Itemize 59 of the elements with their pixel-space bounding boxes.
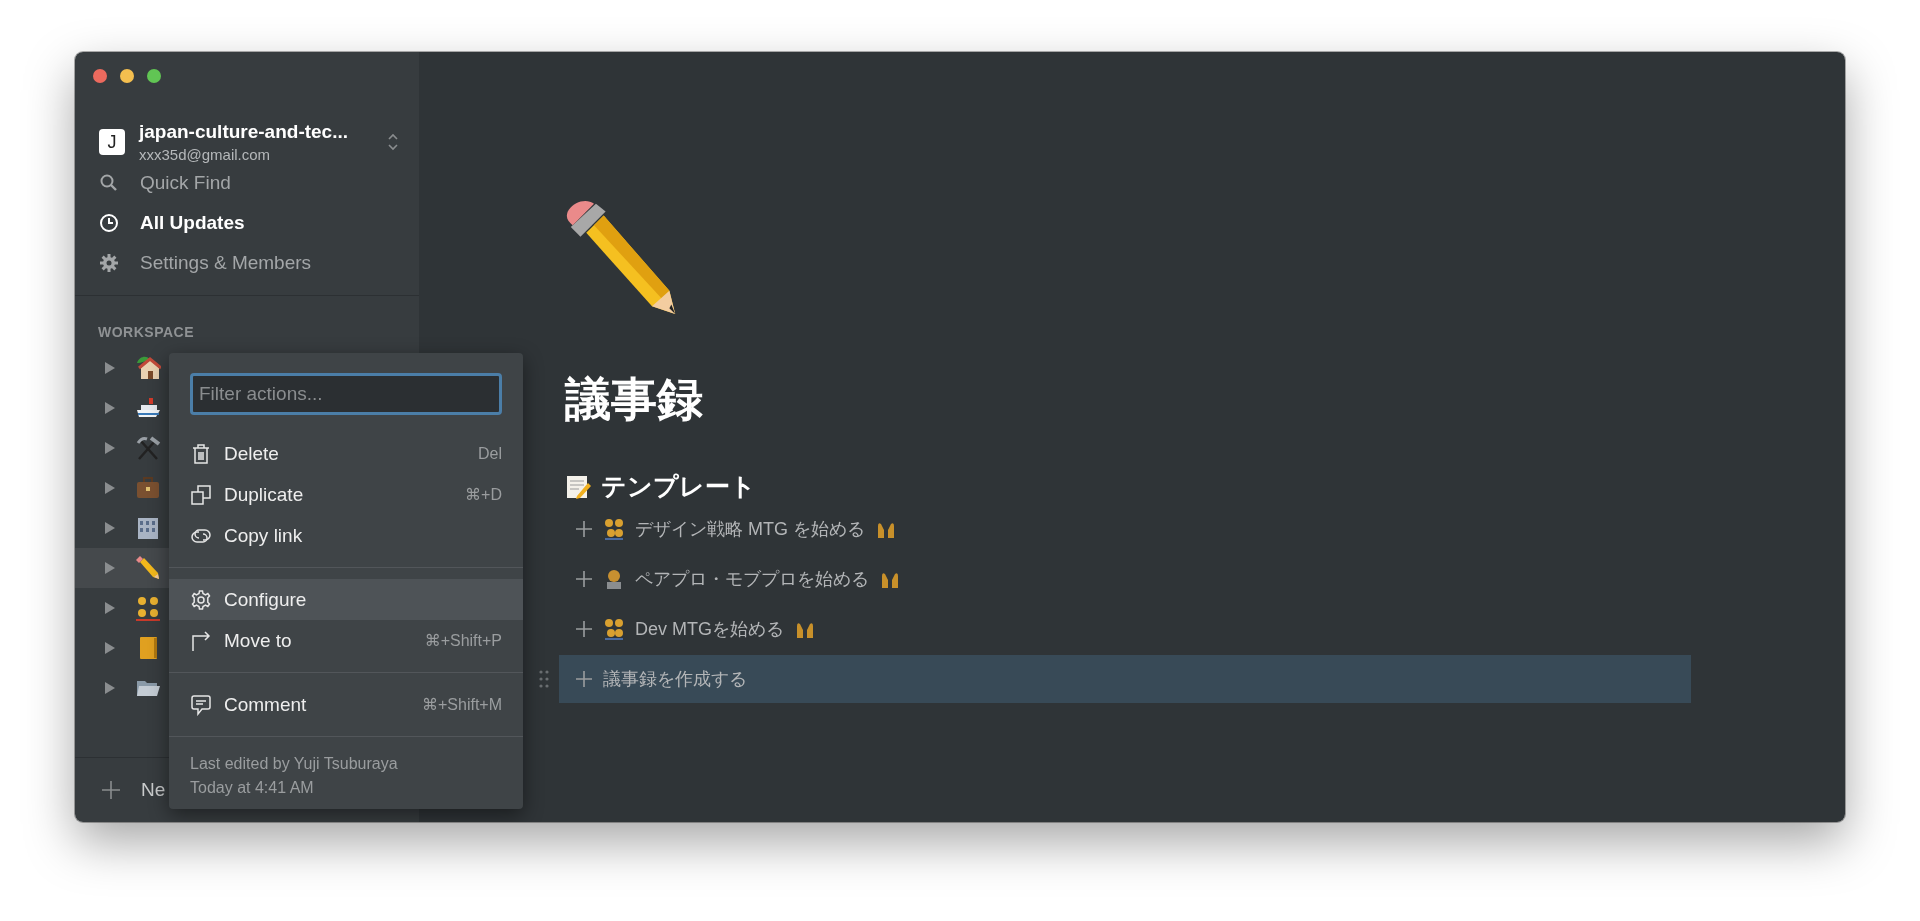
house-icon <box>135 355 161 381</box>
close-button[interactable] <box>93 69 107 83</box>
turn-arrow-icon <box>190 629 212 652</box>
page-item[interactable] <box>75 548 169 588</box>
filter-field[interactable]: Filter actions... <box>190 373 502 415</box>
people-icon <box>603 618 625 641</box>
expand-triangle-icon[interactable] <box>105 642 115 654</box>
menu-item[interactable]: Comment ⌘+Shift+M <box>169 684 523 725</box>
expand-triangle-icon[interactable] <box>105 442 115 454</box>
hammer-and-pick-icon <box>135 435 161 461</box>
template-button[interactable]: Dev MTGを始める <box>565 605 1697 654</box>
memo-icon <box>565 473 591 500</box>
page-title: 議事録 <box>565 372 703 427</box>
expand-triangle-icon[interactable] <box>105 682 115 694</box>
plus-icon <box>575 570 593 589</box>
workspace-name[interactable]: japan-culture-and-tec... <box>139 121 373 143</box>
template-button[interactable]: ペアプロ・モブプロを始める <box>565 555 1697 604</box>
expand-triangle-icon[interactable] <box>105 402 115 414</box>
expand-triangle-icon[interactable] <box>105 562 115 574</box>
nav-item[interactable]: Quick Find <box>75 163 419 203</box>
nav-item[interactable]: All Updates <box>75 203 419 243</box>
minimize-button[interactable] <box>120 69 134 83</box>
people-icon <box>603 518 625 541</box>
workspace-logo: J <box>99 129 125 155</box>
account-email: xxx35d@gmail.com <box>139 146 272 163</box>
trash-icon <box>190 442 212 465</box>
briefcase-icon <box>135 475 161 501</box>
section-heading: テンプレート <box>601 471 756 503</box>
chevron-updown-icon[interactable] <box>387 132 399 152</box>
nav-item[interactable]: Settings & Members <box>75 243 419 283</box>
plus-icon <box>575 670 593 689</box>
template-button[interactable]: デザイン戦略 MTG を始める <box>565 505 1697 554</box>
duplicate-icon <box>190 483 212 506</box>
new-page-button[interactable]: Ne <box>141 779 166 801</box>
search-icon <box>99 173 119 193</box>
menu-item[interactable]: Delete Del <box>169 433 523 474</box>
clock-icon <box>99 213 119 233</box>
settings-icon <box>190 588 212 611</box>
expand-triangle-icon[interactable] <box>105 362 115 374</box>
expand-triangle-icon[interactable] <box>105 602 115 614</box>
office-building-icon <box>135 515 161 541</box>
pencil-icon <box>135 555 161 581</box>
comment-icon <box>190 693 212 716</box>
zoom-button[interactable] <box>147 69 161 83</box>
plus-icon[interactable] <box>101 780 121 800</box>
settings-icon <box>99 253 119 273</box>
plus-icon <box>575 620 593 639</box>
menu-footer-text: Today at 4:41 AM <box>190 779 315 797</box>
menu-footer-text: Last edited by Yuji Tsuburaya <box>190 755 399 773</box>
menu-item[interactable]: Copy link <box>169 515 523 556</box>
expand-triangle-icon[interactable] <box>105 482 115 494</box>
menu-item[interactable]: Configure <box>169 579 523 620</box>
drag-handle-icon[interactable] <box>539 670 549 689</box>
expand-triangle-icon[interactable] <box>105 522 115 534</box>
menu-item[interactable]: Move to ⌘+Shift+P <box>169 620 523 661</box>
people-icon <box>135 595 161 621</box>
plus-icon <box>575 520 593 539</box>
section-label: WORKSPACE <box>97 323 196 342</box>
menu-item[interactable]: Duplicate ⌘+D <box>169 474 523 515</box>
